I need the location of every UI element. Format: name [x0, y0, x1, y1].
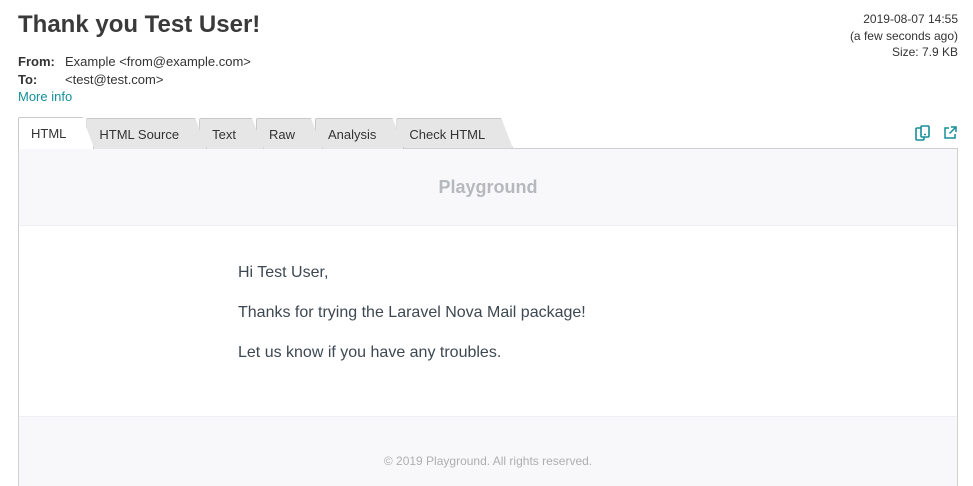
message-subject: Thank you Test User! — [18, 11, 261, 38]
email-line-1: Thanks for trying the Laravel Nova Mail … — [238, 304, 586, 321]
email-brand[interactable]: Playground — [438, 177, 537, 198]
tab-analysis[interactable]: Analysis — [315, 118, 404, 149]
tab-text[interactable]: Text — [199, 118, 264, 149]
tab-html[interactable]: HTML — [18, 117, 94, 149]
viewer-toolbar — [915, 125, 957, 141]
tab-html-source[interactable]: HTML Source — [86, 118, 207, 149]
message-size: Size: 7.9 KB — [891, 45, 958, 59]
from-value: Example <from@example.com> — [65, 54, 251, 69]
to-row: To: <test@test.com> — [18, 71, 251, 89]
view-tabs: HTML HTML Source Text Raw Analysis Check… — [18, 117, 505, 149]
message-headers: From: Example <from@example.com> To: <te… — [18, 53, 251, 89]
message-date: 2019-08-07 14:55 — [863, 12, 958, 26]
tab-raw[interactable]: Raw — [256, 118, 323, 149]
tab-check-html[interactable]: Check HTML — [396, 118, 513, 149]
message-relative-time: (a few seconds ago) — [849, 28, 958, 43]
html-preview-frame[interactable]: Playground Hi Test User, Thanks for tryi… — [18, 148, 958, 486]
message-meta: 2019-08-07 14:55 (a few seconds ago) Siz… — [850, 11, 958, 61]
email-brand-header: Playground — [19, 149, 957, 226]
responsive-view-icon[interactable] — [915, 125, 930, 141]
from-row: From: Example <from@example.com> — [18, 53, 251, 71]
email-line-2: Let us know if you have any troubles. — [238, 344, 502, 361]
to-value: <test@test.com> — [65, 72, 164, 87]
from-label: From: — [18, 54, 55, 69]
mail-viewer-page: Thank you Test User! 2019-08-07 14:55 (a… — [0, 0, 973, 486]
email-greeting: Hi Test User, — [238, 264, 329, 281]
to-label: To: — [18, 72, 38, 87]
email-body: Hi Test User, Thanks for trying the Lara… — [19, 226, 957, 417]
open-external-icon[interactable] — [943, 126, 957, 140]
email-footer: © 2019 Playground. All rights reserved. — [19, 417, 957, 486]
more-info-link[interactable]: More info — [18, 89, 72, 104]
email-footer-text: © 2019 Playground. All rights reserved. — [383, 454, 593, 468]
